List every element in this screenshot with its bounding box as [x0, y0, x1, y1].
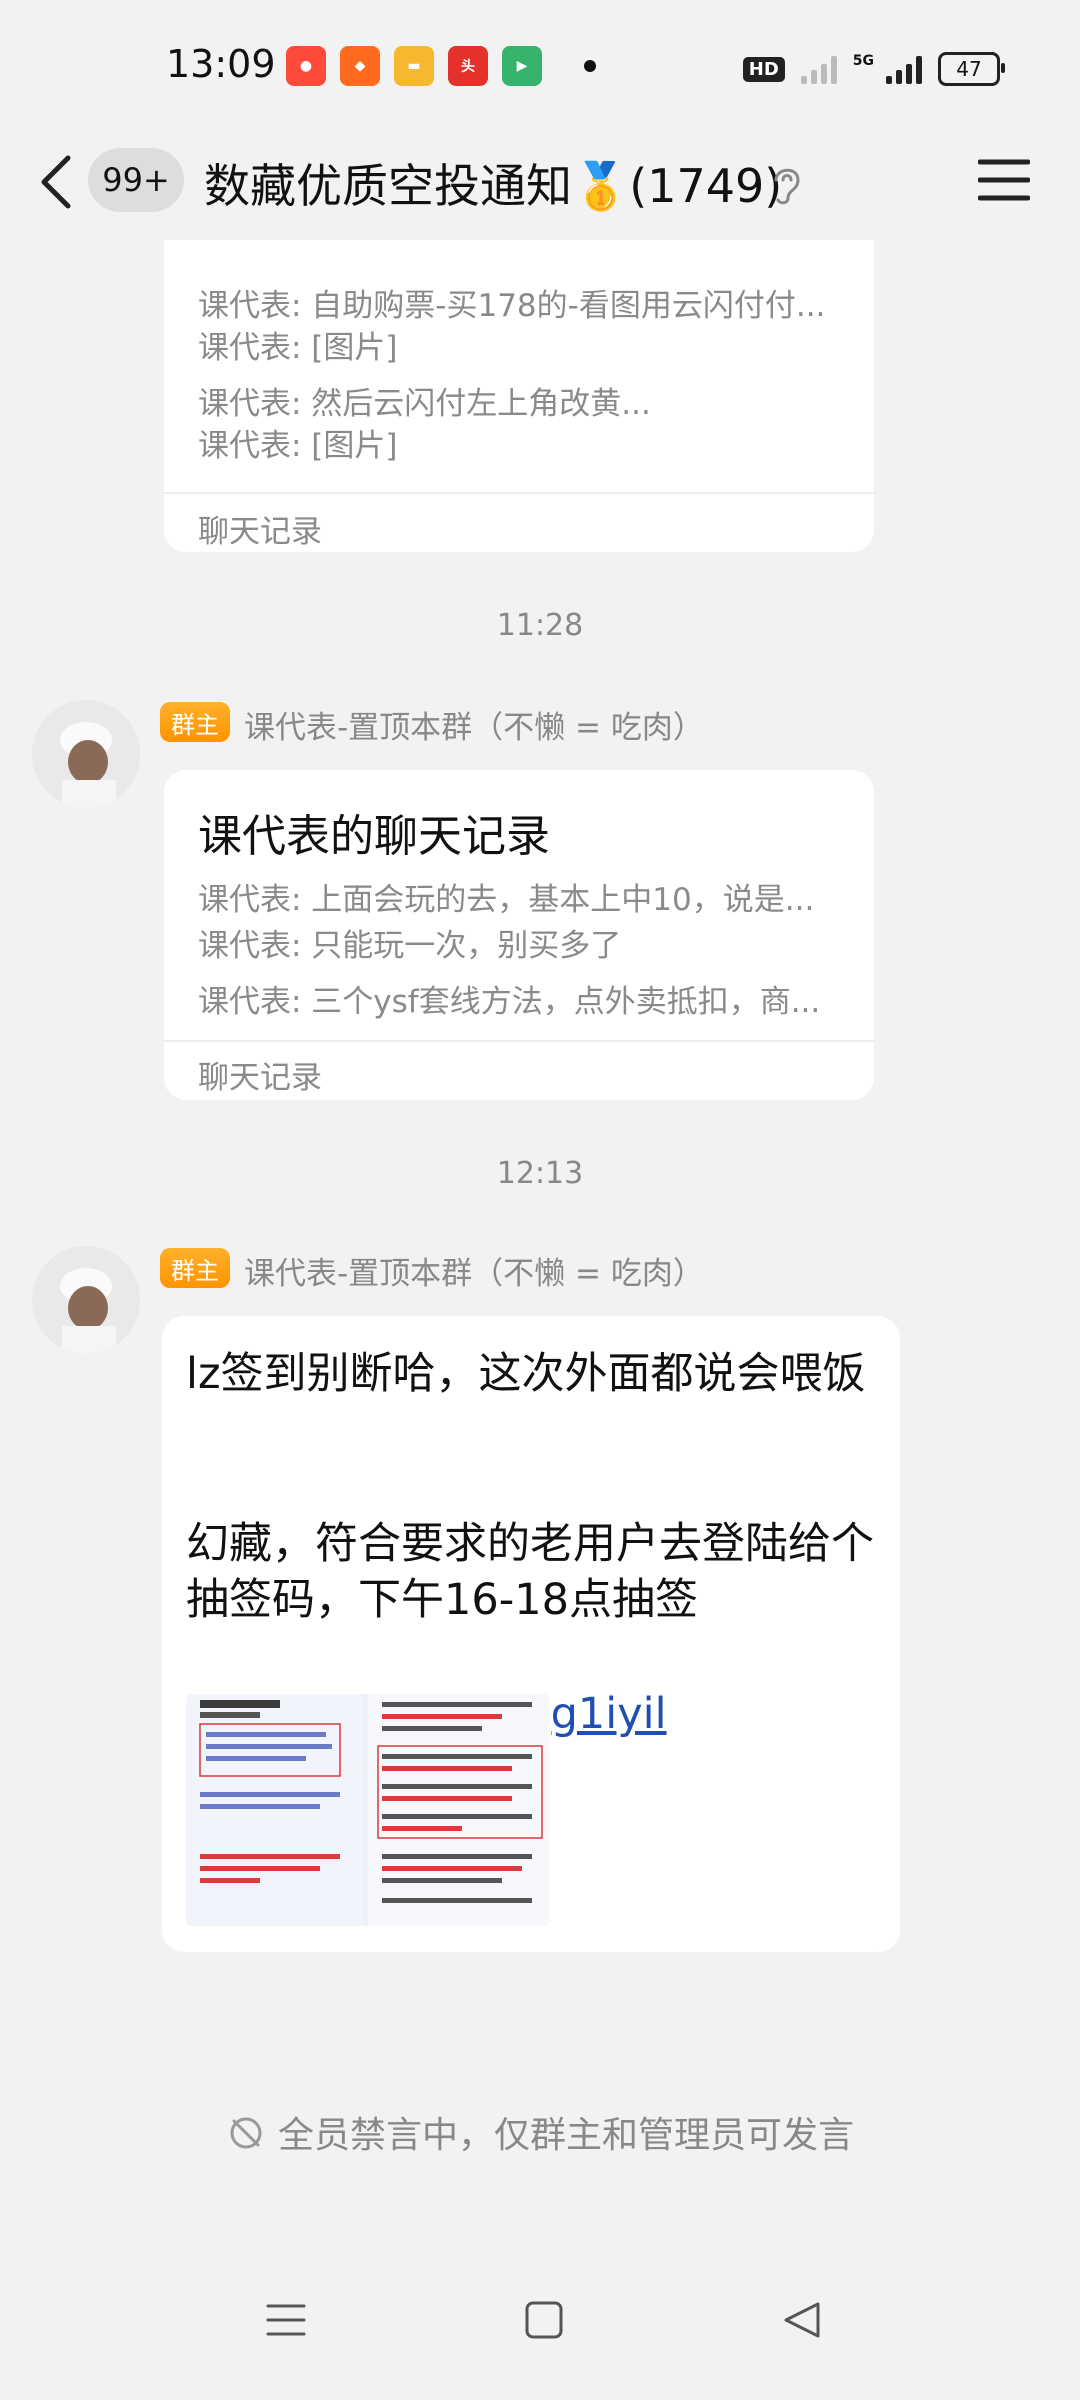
- avatar-image: [32, 1246, 140, 1354]
- avatar-image: [32, 700, 140, 808]
- chat-record-line: 课代表: 上面会玩的去，基本上中10，说是...: [198, 882, 815, 918]
- chat-header: 99+ 数藏优质空投通知🥇(1749): [0, 132, 1080, 242]
- owner-badge: 群主: [160, 1248, 230, 1288]
- signal-icon: [886, 54, 922, 84]
- chat-record-line: 课代表: 然后云闪付左上角改黄...: [198, 386, 651, 422]
- chat-record-line: 课代表: 三个ysf套线方法，点外卖抵扣，商...: [198, 984, 821, 1020]
- chat-record-title: 课代表的聊天记录: [198, 811, 550, 862]
- notification-icons: ● ◆ ▬ 头 ▶: [286, 46, 596, 86]
- chat-record-line: 课代表: [图片]: [198, 330, 398, 366]
- system-nav-bar: [0, 2240, 1080, 2400]
- status-bar: 13:09 ● ◆ ▬ 头 ▶ HD 5G 47: [0, 0, 1080, 140]
- chat-record-line: 课代表: [图片]: [198, 428, 398, 464]
- chat-title: 数藏优质空投通知🥇(1749): [204, 159, 783, 213]
- mute-notice: 全员禁言中，仅群主和管理员可发言: [0, 2106, 1080, 2158]
- hd-icon: HD: [742, 56, 785, 82]
- ear-icon: [774, 168, 800, 205]
- avatar[interactable]: [32, 700, 140, 808]
- chat-record-card[interactable]: 课代表: 自助购票-买178的-看图用云闪付付... 课代表: [图片] 课代表…: [164, 240, 874, 552]
- mute-notice-text: 全员禁言中，仅群主和管理员可发言: [277, 2115, 854, 2156]
- more-notifications-dot: [584, 60, 596, 72]
- video-app-icon: ▶: [502, 46, 542, 86]
- signal-icon: [800, 54, 837, 84]
- message-timestamp: 11:28: [496, 608, 584, 643]
- sender-name: 课代表-置顶本群（不懒 = 吃肉）: [244, 710, 704, 746]
- chat-record-footer: 聊天记录: [198, 1060, 322, 1096]
- sender-name: 课代表-置顶本群（不懒 = 吃肉）: [244, 1256, 704, 1292]
- chat-record-footer: 聊天记录: [198, 514, 322, 550]
- unread-badge[interactable]: 99+: [88, 148, 184, 212]
- chat-record-card[interactable]: 课代表的聊天记录 课代表: 上面会玩的去，基本上中10，说是... 课代表: 只…: [164, 770, 874, 1100]
- avatar[interactable]: [32, 1246, 140, 1354]
- image-preview: [186, 1694, 550, 1926]
- menu-icon[interactable]: [978, 156, 1030, 204]
- divider: [164, 492, 874, 494]
- app-notification-icon: ▬: [394, 46, 434, 86]
- battery-level: 47: [956, 57, 982, 81]
- news-app-icon: 头: [448, 46, 488, 86]
- message-timestamp: 12:13: [496, 1156, 584, 1191]
- owner-badge: 群主: [160, 702, 230, 742]
- chat-record-line: 课代表: 只能玩一次，别买多了: [198, 928, 622, 964]
- chat-record-line: 课代表: 自助购票-买178的-看图用云闪付付...: [198, 288, 826, 324]
- back-arrow-icon[interactable]: [36, 152, 76, 212]
- home-icon[interactable]: [524, 2300, 564, 2340]
- message-text: 幻藏，符合要求的老用户去登陆给个抽签码，下午16-18点抽签: [186, 1519, 874, 1625]
- image-thumbnail[interactable]: [186, 1694, 550, 1926]
- mute-icon: [230, 2117, 262, 2149]
- app-notification-icon: ●: [286, 46, 326, 86]
- system-icons: HD 5G 47: [742, 52, 1005, 86]
- status-time: 13:09: [166, 42, 276, 86]
- back-nav-icon[interactable]: [782, 2300, 822, 2340]
- recent-apps-icon[interactable]: [266, 2300, 306, 2340]
- message-text: lz签到别断哈，这次外面都说会喂饭: [186, 1349, 866, 1399]
- network-type: 5G: [852, 53, 874, 69]
- app-notification-icon: ◆: [340, 46, 380, 86]
- battery-icon: 47: [938, 52, 1005, 86]
- divider: [164, 1040, 874, 1042]
